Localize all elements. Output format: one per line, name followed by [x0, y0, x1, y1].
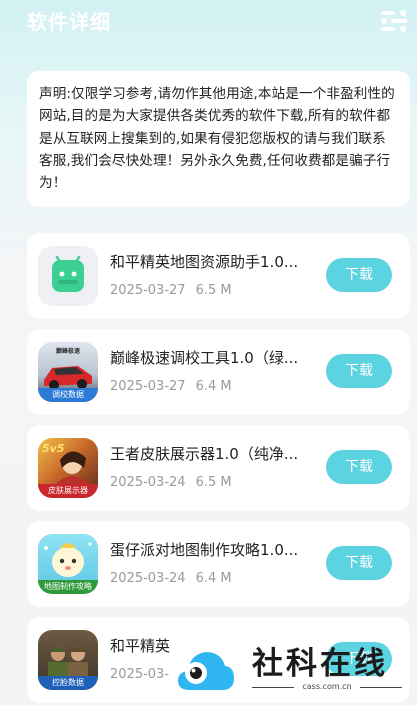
app-size: 6.4 M [195, 379, 232, 394]
app-name: 巅峰极速调校工具1.0（绿... [110, 349, 299, 367]
app-meta: 2025-03-27 6.4 M [110, 379, 232, 394]
app-date: 2025-03- [110, 667, 170, 682]
app-icon-badge: 地图制作攻略 [38, 580, 98, 594]
cloud-logo-icon [172, 646, 240, 696]
app-name: 蛋仔派对地图制作攻略1.0... [110, 541, 299, 559]
app-size: 6.5 M [195, 475, 232, 490]
list-item[interactable]: 和平精英地图资源助手1.0... 2025-03-27 6.5 M 下载 [27, 233, 410, 319]
app-meta: 2025-03- [110, 667, 179, 682]
app-date: 2025-03-24 [110, 475, 186, 490]
app-size: 6.4 M [195, 571, 232, 586]
disclaimer-notice: 声明:仅限学习参考,请勿作其他用途,本站是一个非盈利性的网站,目的是为大家提供各… [27, 71, 410, 207]
hero-skin-icon: 5v5 皮肤展示器 [38, 438, 98, 498]
list-item[interactable]: 5v5 皮肤展示器 王者皮肤展示器1.0（纯净... 2025-03-24 6.5… [27, 425, 410, 511]
download-button[interactable]: 下载 [326, 354, 392, 388]
app-size: 6.5 M [195, 283, 232, 298]
app-icon-badge: 控脸数据 [38, 676, 98, 690]
page-title: 软件详细 [27, 10, 111, 34]
app-date: 2025-03-27 [110, 283, 186, 298]
download-button[interactable]: 下载 [326, 450, 392, 484]
racing-car-icon: 巅峰极速 调校数据 [38, 342, 98, 402]
app-meta: 2025-03-27 6.5 M [110, 283, 232, 298]
app-icon-badge: 皮肤展示器 [38, 484, 98, 498]
svg-text:巅峰极速: 巅峰极速 [56, 347, 80, 355]
app-meta: 2025-03-24 6.4 M [110, 571, 232, 586]
eggy-party-icon: 地图制作攻略 [38, 534, 98, 594]
menu-icon[interactable] [379, 8, 409, 34]
app-name: 和平精英地图资源助手1.0... [110, 253, 299, 271]
app-meta: 2025-03-24 6.5 M [110, 475, 232, 490]
app-date: 2025-03-27 [110, 379, 186, 394]
watermark: 社科在线 cass.com.cn [170, 632, 417, 705]
app-date: 2025-03-24 [110, 571, 186, 586]
list-item[interactable]: 地图制作攻略 蛋仔派对地图制作攻略1.0... 2025-03-24 6.4 M … [27, 521, 410, 607]
watermark-url: cass.com.cn [252, 682, 402, 691]
android-app-icon [38, 246, 98, 306]
app-name: 王者皮肤展示器1.0（纯净... [110, 445, 299, 463]
download-button[interactable]: 下载 [326, 546, 392, 580]
soldier-icon: 控脸数据 [38, 630, 98, 690]
app-icon-badge: 调校数据 [38, 388, 98, 402]
header: 软件详细 [0, 0, 417, 44]
list-item[interactable]: 巅峰极速 调校数据 巅峰极速调校工具1.0（绿... 2025-03-27 6.4… [27, 329, 410, 415]
download-button[interactable]: 下载 [326, 258, 392, 292]
watermark-text: 社科在线 [252, 646, 388, 682]
svg-text:5v5: 5v5 [42, 442, 65, 455]
